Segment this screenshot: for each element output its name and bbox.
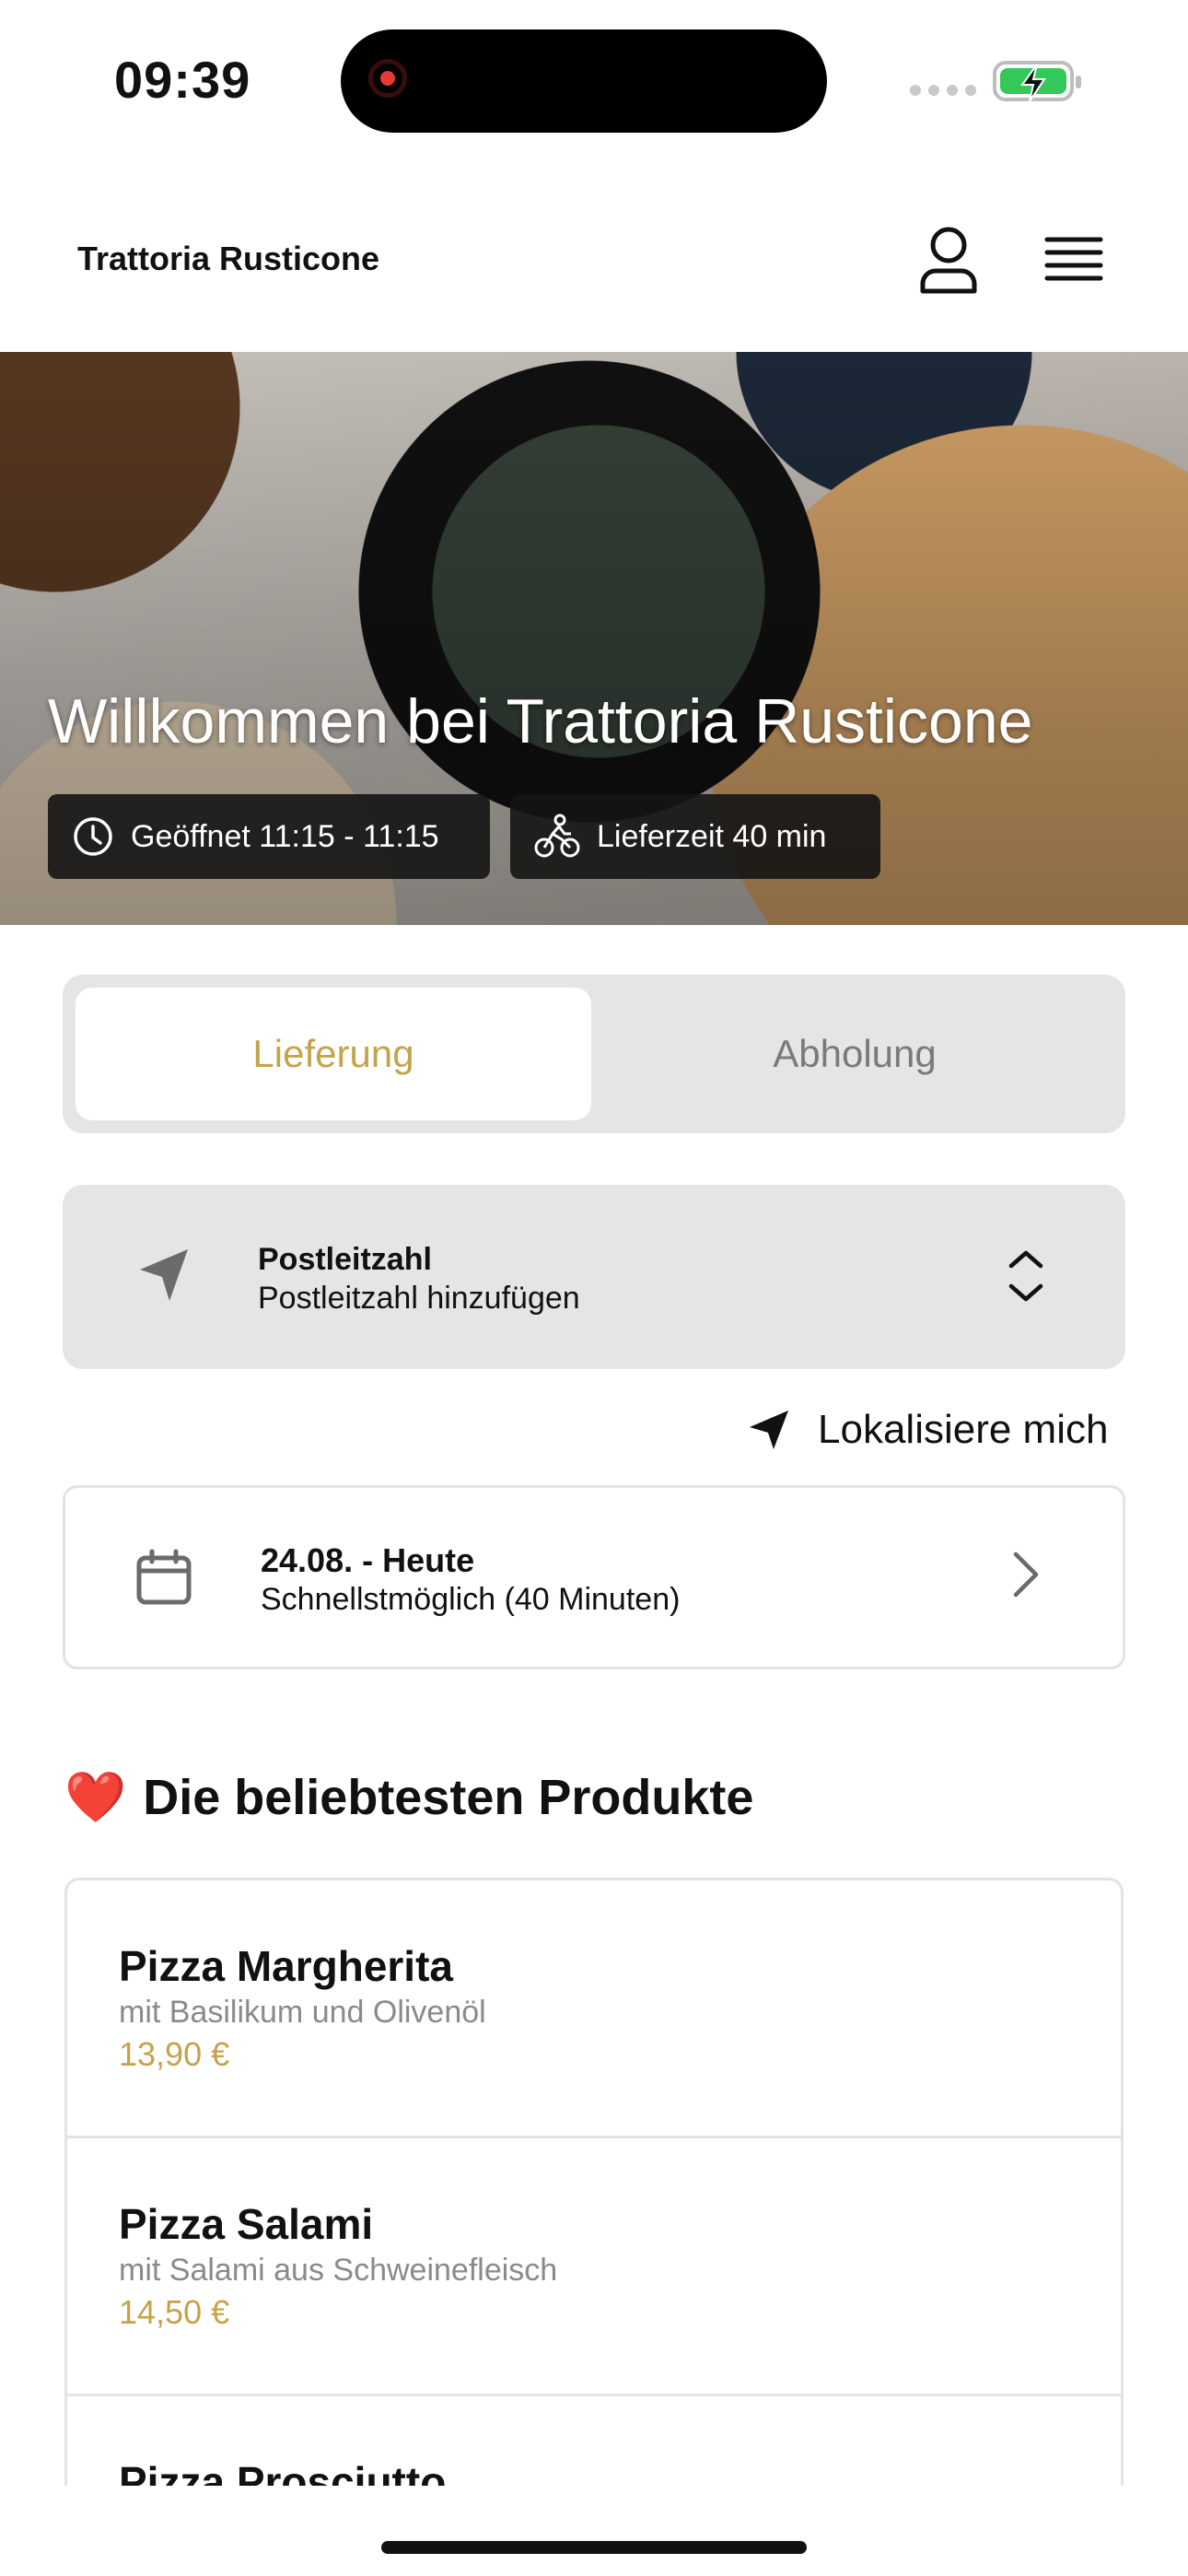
dynamic-island bbox=[341, 29, 827, 133]
tab-delivery[interactable]: Lieferung bbox=[76, 988, 591, 1120]
delivery-time-badge: Lieferzeit 40 min bbox=[510, 794, 880, 879]
schedule-date: 24.08. - Heute bbox=[261, 1541, 475, 1579]
schedule-time: Schnellstmöglich (40 Minuten) bbox=[261, 1582, 681, 1617]
product-price: 13,90 € bbox=[119, 2035, 230, 2073]
postcode-selector[interactable]: Postleitzahl Postleitzahl hinzufügen bbox=[63, 1185, 1125, 1369]
status-bar: 09:39 bbox=[0, 0, 1188, 157]
product-name: Pizza Prosciutto bbox=[119, 2458, 447, 2486]
heart-icon: ❤️ bbox=[64, 1769, 127, 1825]
order-mode-toggle: Lieferung Abholung bbox=[63, 975, 1125, 1133]
chevron-up-down-icon bbox=[1008, 1250, 1043, 1302]
user-account-icon[interactable] bbox=[919, 225, 978, 295]
product-item[interactable]: Pizza Prosciutto bbox=[67, 2396, 1121, 2486]
popular-products-heading: ❤️ Die beliebtesten Produkte bbox=[64, 1765, 753, 1830]
locate-me-button[interactable]: Lokalisiere mich bbox=[748, 1400, 1108, 1459]
restaurant-name[interactable]: Trattoria Rusticone bbox=[77, 240, 379, 278]
delivery-time-text: Lieferzeit 40 min bbox=[597, 818, 827, 854]
status-time: 09:39 bbox=[114, 51, 251, 109]
product-item[interactable]: Pizza Margherita mit Basilikum und Olive… bbox=[67, 1880, 1121, 2138]
product-description: mit Basilikum und Olivenöl bbox=[119, 1995, 486, 2030]
product-item[interactable]: Pizza Salami mit Salami aus Schweineflei… bbox=[67, 2138, 1121, 2396]
opening-hours-badge: Geöffnet 11:15 - 11:15 bbox=[48, 794, 490, 879]
chevron-right-icon bbox=[1013, 1551, 1039, 1598]
section-title: Die beliebtesten Produkte bbox=[143, 1770, 754, 1825]
delivery-schedule-selector[interactable]: 24.08. - Heute Schnellstmöglich (40 Minu… bbox=[63, 1485, 1125, 1669]
hamburger-menu-icon[interactable] bbox=[1044, 230, 1103, 289]
location-arrow-icon bbox=[140, 1249, 188, 1301]
opening-hours-text: Geöffnet 11:15 - 11:15 bbox=[131, 818, 439, 854]
hero-title: Willkommen bei Trattoria Rusticone bbox=[48, 686, 1033, 756]
clock-icon bbox=[74, 817, 112, 856]
postcode-label: Postleitzahl bbox=[258, 1242, 432, 1277]
postcode-input[interactable]: Postleitzahl hinzufügen bbox=[258, 1281, 580, 1317]
product-price: 14,50 € bbox=[119, 2293, 230, 2331]
tab-pickup[interactable]: Abholung bbox=[597, 988, 1112, 1120]
bicycle-courier-icon bbox=[534, 814, 580, 858]
battery-charging-icon bbox=[993, 61, 1081, 102]
product-name: Pizza Margherita bbox=[119, 1942, 453, 1990]
navigation-arrow-icon bbox=[750, 1411, 788, 1449]
product-name: Pizza Salami bbox=[119, 2200, 374, 2248]
calendar-icon bbox=[136, 1549, 192, 1605]
signal-icon bbox=[910, 85, 976, 96]
locate-me-label: Lokalisiere mich bbox=[818, 1407, 1109, 1452]
product-description: mit Salami aus Schweinefleisch bbox=[119, 2253, 558, 2288]
app-header: Trattoria Rusticone bbox=[0, 184, 1188, 350]
product-list: Pizza Margherita mit Basilikum und Olive… bbox=[64, 1878, 1124, 2486]
hero-banner: Willkommen bei Trattoria Rusticone Geöff… bbox=[0, 352, 1188, 925]
recording-indicator-icon bbox=[368, 59, 407, 98]
home-indicator[interactable] bbox=[381, 2541, 807, 2554]
